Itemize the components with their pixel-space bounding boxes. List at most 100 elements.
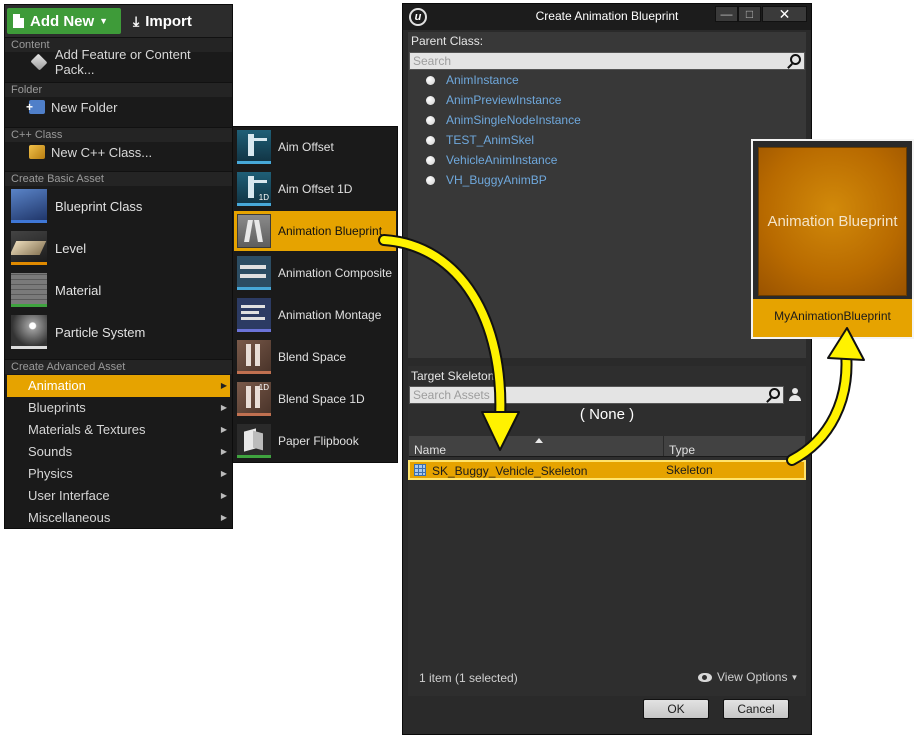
category-physics[interactable]: Physics ▶ [7,463,230,485]
add-feature-content-pack-label: Add Feature or Content Pack... [54,47,191,77]
dialog-title-bar[interactable]: Create Animation Blueprint u — □ ✕ [403,4,811,30]
animation-montage-item[interactable]: Animation Montage [234,295,396,335]
aim-offset-item[interactable]: Aim Offset [234,127,396,167]
particle-system-item[interactable]: Particle System [5,311,232,353]
import-button[interactable]: ⤓ Import [133,8,192,34]
blueprint-class-label: Blueprint Class [55,198,143,214]
new-cpp-class-item[interactable]: New C++ Class... [5,141,232,163]
thumbnail-text: Animation Blueprint [767,213,898,230]
blueprint-class-icon [11,189,47,223]
content-toolbar: Add New ▼ ⤓ Import [5,5,232,37]
category-animation[interactable]: Animation ▶ [7,375,230,397]
aim-offset-1d-icon: 1D [237,172,271,206]
blueprint-class-item[interactable]: Blueprint Class [5,185,232,227]
blend-space-item[interactable]: Blend Space [234,337,396,377]
radio-icon [426,75,435,85]
chevron-right-icon: ▶ [220,491,227,500]
section-header-advanced-asset: Create Advanced Asset [5,359,232,374]
parent-class-item[interactable]: TEST_AnimSkel [426,131,534,149]
column-header-type[interactable]: Type [669,443,695,457]
chevron-right-icon: ▶ [220,381,227,390]
category-materials-textures-label: Materials & Textures [28,422,146,437]
skeleton-search-input[interactable] [410,387,746,403]
sort-ascending-icon [535,438,543,443]
animation-montage-label: Animation Montage [278,308,382,322]
chevron-down-icon: ▼ [790,672,799,682]
column-header-name[interactable]: Name [414,443,446,457]
close-button[interactable]: ✕ [762,6,807,22]
content-browser-add-menu: Add New ▼ ⤓ Import Content Add Feature o… [4,4,233,529]
search-icon[interactable] [790,54,801,65]
material-label: Material [55,282,102,298]
level-item[interactable]: Level [5,227,232,269]
parent-class-search-input[interactable] [410,53,766,69]
radio-icon [426,115,435,125]
chevron-right-icon: ▶ [220,447,227,456]
ok-button[interactable]: OK [643,699,709,719]
material-item[interactable]: Material [5,269,232,311]
row-name: SK_Buggy_Vehicle_Skeleton [432,464,588,478]
animation-montage-icon [237,298,271,332]
chevron-right-icon: ▶ [220,469,227,478]
category-miscellaneous-label: Miscellaneous [28,510,111,525]
view-options-label: View Options [717,670,788,684]
category-user-interface[interactable]: User Interface ▶ [7,485,230,507]
import-label: Import [145,12,192,30]
parent-class-item[interactable]: AnimSingleNodeInstance [426,111,581,129]
asset-list-header: Name Type [409,436,805,457]
person-icon[interactable] [789,388,801,402]
parent-class-label-text: AnimInstance [446,73,519,87]
row-type: Skeleton [666,463,713,477]
section-header-folder: Folder [5,82,232,97]
category-animation-label: Animation [28,378,86,393]
add-new-label: Add New [30,12,95,30]
animation-composite-item[interactable]: Animation Composite [234,253,396,293]
parent-class-item[interactable]: VH_BuggyAnimBP [426,171,547,189]
parent-class-item[interactable]: AnimPreviewInstance [426,91,561,109]
new-asset-tile[interactable]: Animation Blueprint MyAnimationBlueprint [751,139,914,339]
create-animation-blueprint-dialog: Create Animation Blueprint u — □ ✕ Paren… [402,3,812,735]
category-sounds[interactable]: Sounds ▶ [7,441,230,463]
parent-class-panel: Parent Class: AnimInstance AnimPreviewIn… [408,32,806,358]
level-label: Level [55,240,87,256]
new-document-icon [13,14,24,28]
parent-class-item[interactable]: AnimInstance [426,71,519,89]
parent-class-search [409,52,805,70]
paper-flipbook-item[interactable]: Paper Flipbook [234,421,396,461]
aim-offset-1d-item[interactable]: 1D Aim Offset 1D [234,169,396,209]
view-options-button[interactable]: View Options ▼ [698,670,798,684]
maximize-button[interactable]: □ [738,6,761,22]
animation-blueprint-item[interactable]: Animation Blueprint [234,211,396,251]
cancel-button[interactable]: Cancel [723,699,789,719]
table-row[interactable]: SK_Buggy_Vehicle_Skeleton Skeleton [408,460,806,480]
parent-class-label-text: AnimSingleNodeInstance [446,113,581,127]
asset-name: MyAnimationBlueprint [774,309,891,323]
animation-submenu: Aim Offset 1D Aim Offset 1D Animation Bl… [232,126,398,463]
minimize-button[interactable]: — [715,6,738,22]
add-feature-content-pack-item[interactable]: Add Feature or Content Pack... [5,47,232,77]
chevron-down-icon: ▼ [99,16,109,26]
download-icon: ⤓ [133,12,140,29]
none-option[interactable]: ( None ) [408,406,806,423]
chevron-right-icon: ▶ [220,403,227,412]
category-materials-textures[interactable]: Materials & Textures ▶ [7,419,230,441]
column-divider[interactable] [663,436,664,456]
chevron-right-icon: ▶ [220,425,227,434]
parent-class-label: Parent Class: [411,34,484,48]
add-new-button[interactable]: Add New ▼ [7,8,121,34]
unreal-logo-icon: u [409,8,427,26]
cpp-class-icon [29,145,45,159]
new-folder-item[interactable]: + New Folder [5,96,232,118]
radio-icon [426,95,435,105]
blend-space-label: Blend Space [278,350,347,364]
category-blueprints[interactable]: Blueprints ▶ [7,397,230,419]
category-miscellaneous[interactable]: Miscellaneous ▶ [7,507,230,529]
new-cpp-class-label: New C++ Class... [51,144,153,160]
chevron-right-icon: ▶ [220,513,227,522]
parent-class-item[interactable]: VehicleAnimInstance [426,151,557,169]
particle-system-icon [11,315,47,349]
search-icon[interactable] [769,388,780,399]
section-header-cpp-class: C++ Class [5,127,232,142]
radio-icon [426,135,435,145]
blend-space-1d-item[interactable]: 1D Blend Space 1D [234,379,396,419]
